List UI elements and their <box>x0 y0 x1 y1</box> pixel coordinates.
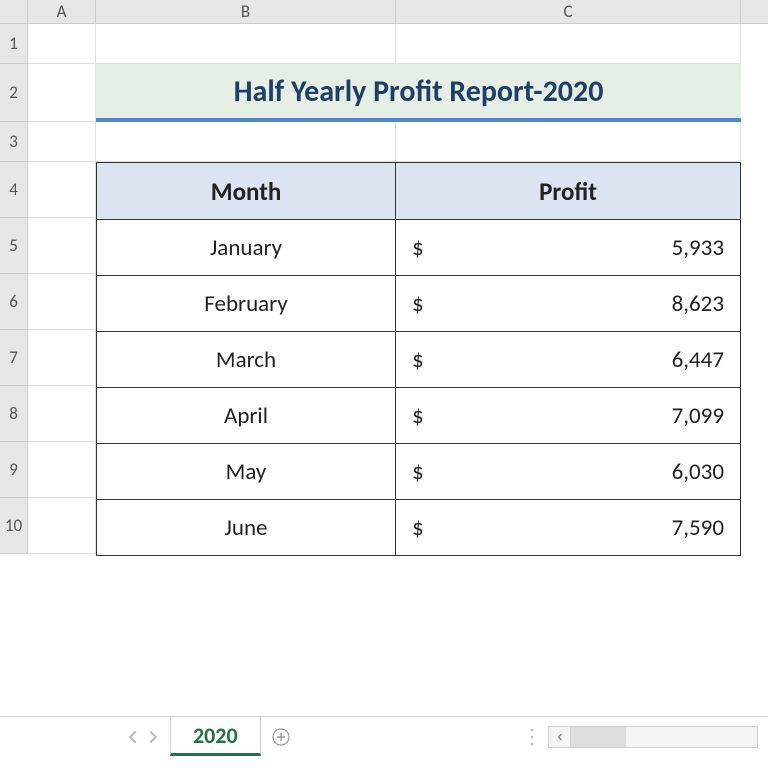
cell-profit[interactable]: $ 7,590 <box>396 500 740 555</box>
table-row: January $ 5,933 <box>97 219 740 275</box>
row-header[interactable]: 4 <box>0 162 27 218</box>
row-header[interactable]: 6 <box>0 274 27 330</box>
col-header-b[interactable]: B <box>96 0 396 23</box>
cell-profit[interactable]: $ 7,099 <box>396 388 740 443</box>
profit-table: Month Profit January $ 5,933 February $ … <box>96 162 741 556</box>
row-header[interactable]: 7 <box>0 330 27 386</box>
scroll-left-icon[interactable] <box>549 727 571 747</box>
table-row: April $ 7,099 <box>97 387 740 443</box>
row-header[interactable]: 10 <box>0 498 27 554</box>
tab-split-handle[interactable] <box>526 723 538 751</box>
currency-symbol: $ <box>412 402 424 430</box>
plus-circle-icon <box>271 727 291 747</box>
header-profit[interactable]: Profit <box>396 163 740 219</box>
table-row: June $ 7,590 <box>97 499 740 555</box>
row-header[interactable]: 2 <box>0 64 27 122</box>
cell-month[interactable]: March <box>97 332 396 387</box>
currency-symbol: $ <box>412 234 424 262</box>
cell-profit[interactable]: $ 6,030 <box>396 444 740 499</box>
cell-month[interactable]: April <box>97 388 396 443</box>
new-sheet-button[interactable] <box>261 717 301 757</box>
row-header[interactable]: 1 <box>0 24 27 64</box>
profit-value: 6,447 <box>424 346 724 374</box>
header-month[interactable]: Month <box>97 163 396 219</box>
tab-next-icon[interactable] <box>146 730 160 744</box>
profit-value: 7,590 <box>424 514 724 542</box>
report-title[interactable]: Half Yearly Profit Report-2020 <box>96 64 741 122</box>
profit-value: 6,030 <box>424 458 724 486</box>
cell-profit[interactable]: $ 6,447 <box>396 332 740 387</box>
profit-value: 5,933 <box>424 234 724 262</box>
column-headers: A B C <box>28 0 768 24</box>
cell-profit[interactable]: $ 5,933 <box>396 220 740 275</box>
select-all-corner[interactable] <box>0 0 28 24</box>
sheet-tab-active[interactable]: 2020 <box>170 717 261 756</box>
col-header-a[interactable]: A <box>28 0 96 23</box>
currency-symbol: $ <box>412 346 424 374</box>
scroll-track[interactable] <box>571 727 757 747</box>
cell-month[interactable]: January <box>97 220 396 275</box>
sheet-tab-bar: 2020 <box>0 716 768 756</box>
profit-value: 7,099 <box>424 402 724 430</box>
tab-nav-buttons <box>0 717 170 756</box>
row-header[interactable]: 3 <box>0 122 27 162</box>
table-row: March $ 6,447 <box>97 331 740 387</box>
horizontal-scrollbar[interactable] <box>548 726 758 748</box>
table-row: February $ 8,623 <box>97 275 740 331</box>
col-header-c[interactable]: C <box>396 0 741 23</box>
row-header[interactable]: 9 <box>0 442 27 498</box>
row-header[interactable]: 8 <box>0 386 27 442</box>
row-headers: 1 2 3 4 5 6 7 8 9 10 <box>0 24 28 554</box>
currency-symbol: $ <box>412 290 424 318</box>
currency-symbol: $ <box>412 514 424 542</box>
tab-prev-icon[interactable] <box>126 730 140 744</box>
cell-month[interactable]: June <box>97 500 396 555</box>
scroll-thumb[interactable] <box>571 727 626 747</box>
profit-value: 8,623 <box>424 290 724 318</box>
cell-profit[interactable]: $ 8,623 <box>396 276 740 331</box>
currency-symbol: $ <box>412 458 424 486</box>
cell-month[interactable]: February <box>97 276 396 331</box>
row-header[interactable]: 5 <box>0 218 27 274</box>
table-row: May $ 6,030 <box>97 443 740 499</box>
cell-month[interactable]: May <box>97 444 396 499</box>
